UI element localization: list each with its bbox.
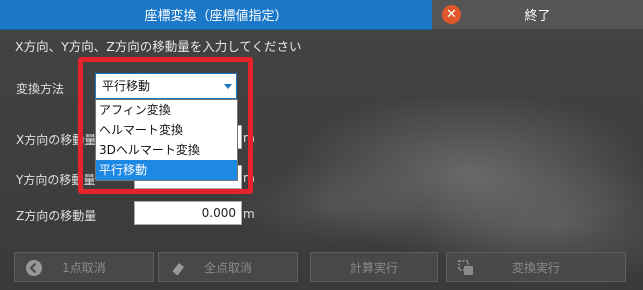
close-button[interactable]: ✕ 終了: [432, 0, 643, 29]
z-move-label: Z方向の移動量: [16, 209, 97, 223]
close-icon: ✕: [442, 5, 461, 24]
close-label: 終了: [524, 9, 551, 24]
z-move-input[interactable]: 0.000: [134, 201, 242, 225]
dialog-title: 座標変換（座標値指定）: [0, 0, 432, 30]
back-arrow-icon: [25, 259, 43, 277]
method-label: 変換方法: [16, 82, 65, 96]
cancel-one-point-button[interactable]: 1点取消: [14, 252, 154, 282]
cancel-all-points-button[interactable]: 全点取消: [158, 252, 298, 282]
title-bar: 座標変換（座標値指定） ✕ 終了: [0, 0, 643, 30]
instruction-text: X方向、Y方向、Z方向の移動量を入力してください: [15, 39, 302, 54]
cancel-one-point-label: 1点取消: [62, 260, 106, 275]
calculate-label: 計算実行: [349, 260, 398, 275]
execute-transform-button[interactable]: 変換実行: [446, 252, 626, 282]
highlight-frame: [78, 57, 253, 194]
transform-icon: [457, 259, 475, 277]
calculate-button[interactable]: 計算実行: [310, 252, 438, 282]
z-move-unit: m: [243, 207, 255, 221]
eraser-icon: [169, 259, 187, 277]
cancel-all-points-label: 全点取消: [203, 260, 252, 275]
execute-transform-label: 変換実行: [511, 260, 560, 275]
